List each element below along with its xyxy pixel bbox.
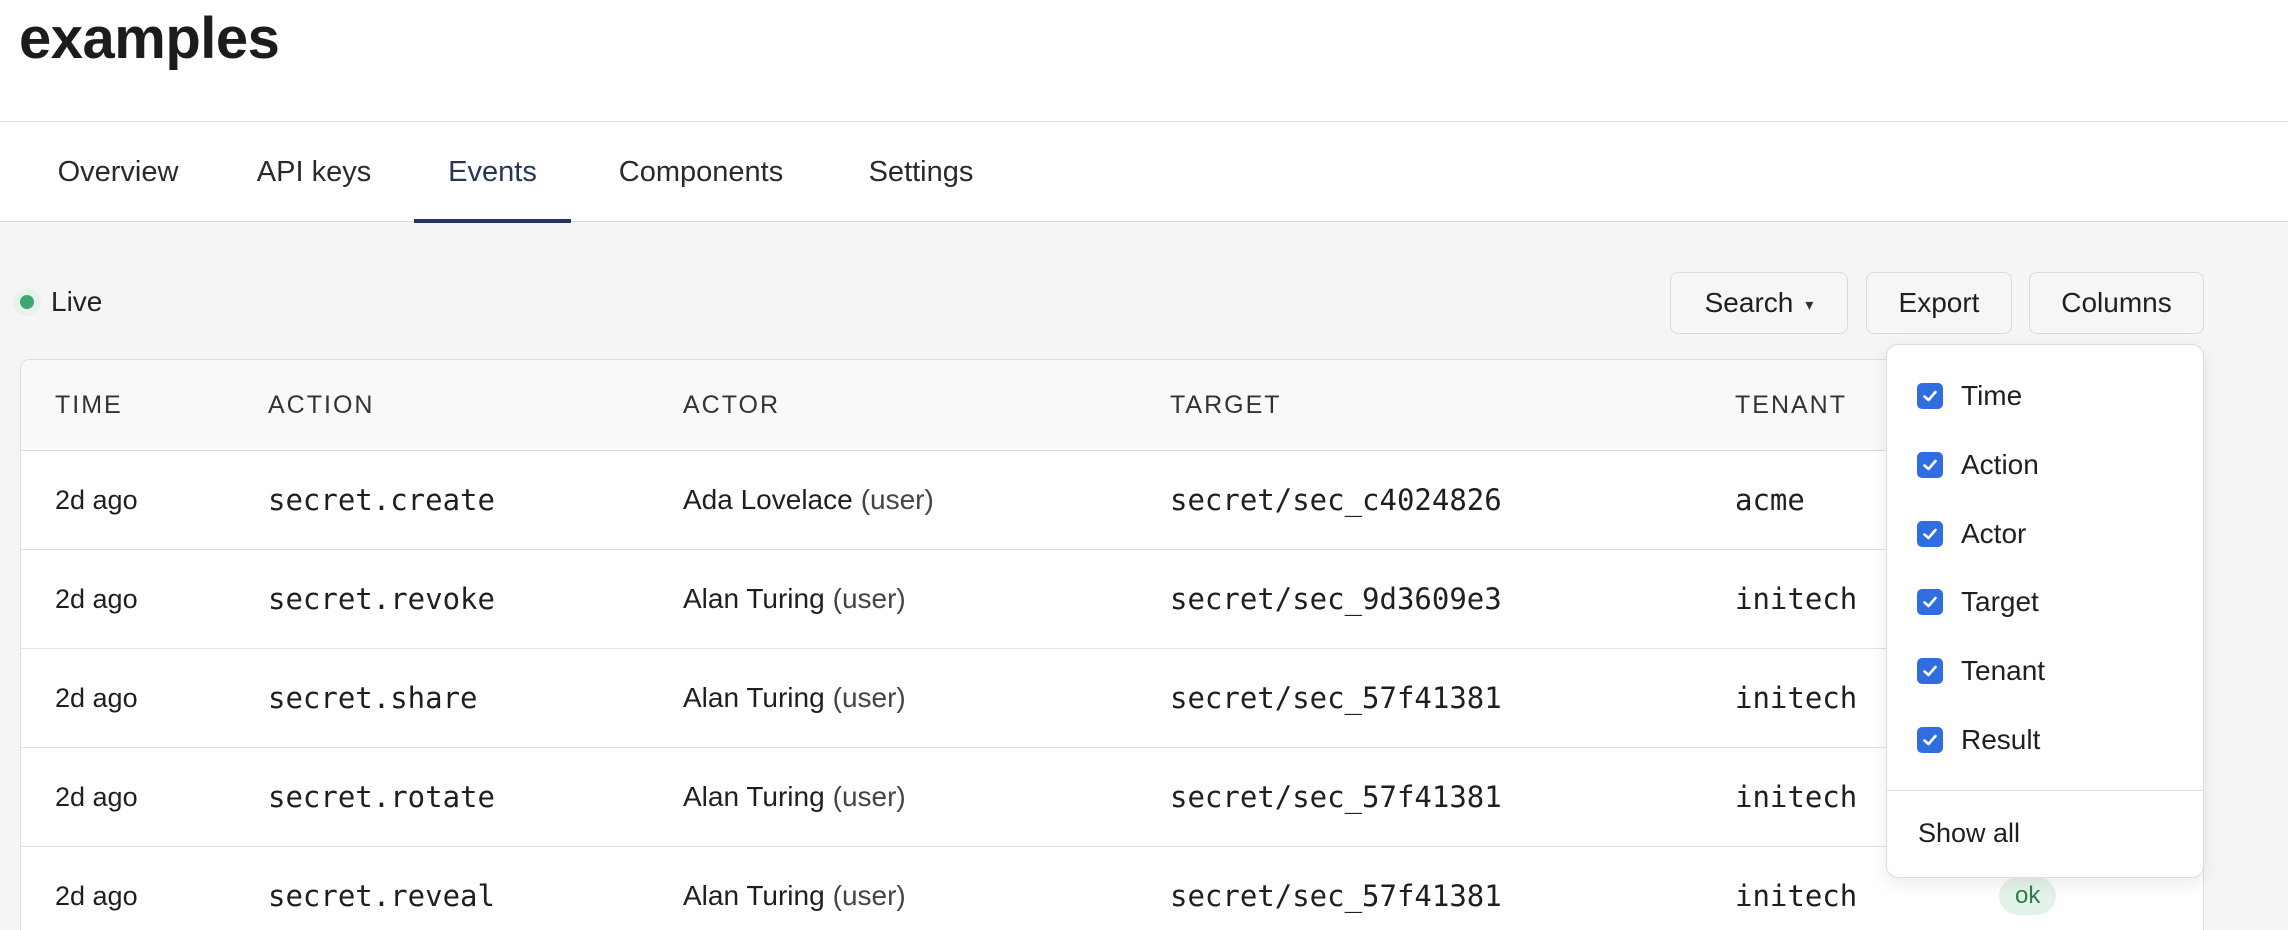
checkbox-checked-icon[interactable] xyxy=(1917,658,1943,684)
column-toggle-target[interactable]: Target xyxy=(1917,582,2039,622)
cell-actor: Alan Turing (user) xyxy=(683,550,906,648)
table-row[interactable]: 2d ago secret.reveal Alan Turing (user) s… xyxy=(21,847,2203,930)
export-button[interactable]: Export xyxy=(1866,272,2012,334)
cell-tenant: initech xyxy=(1735,879,1858,913)
search-button[interactable]: Search ▾ xyxy=(1670,272,1848,334)
show-all-button[interactable]: Show all xyxy=(1918,818,2020,849)
page-header: examples xyxy=(0,0,2288,122)
cell-time: 2d ago xyxy=(55,484,138,515)
table-row[interactable]: 2d ago secret.revoke Alan Turing (user) s… xyxy=(21,550,2203,649)
actor-role: (user) xyxy=(860,484,934,515)
cell-target: secret/sec_c4024826 xyxy=(1170,483,1502,517)
column-toggle-label: Action xyxy=(1961,449,2039,480)
actor-role: (user) xyxy=(832,880,906,911)
tab-events[interactable]: Events xyxy=(414,122,571,223)
column-header-action: ACTION xyxy=(268,391,375,419)
cell-actor: Alan Turing (user) xyxy=(683,748,906,846)
checkbox-checked-icon[interactable] xyxy=(1917,589,1943,615)
column-toggle-time[interactable]: Time xyxy=(1917,376,2022,416)
column-header-actor: ACTOR xyxy=(683,391,781,419)
table-row[interactable]: 2d ago secret.create Ada Lovelace (user) … xyxy=(21,451,2203,550)
live-indicator: Live xyxy=(13,282,102,322)
actor-role: (user) xyxy=(832,682,906,713)
tab-api-keys[interactable]: API keys xyxy=(236,122,392,222)
table-row[interactable]: 2d ago secret.rotate Alan Turing (user) s… xyxy=(21,748,2203,847)
column-header-tenant: TENANT xyxy=(1735,391,1847,419)
tab-settings[interactable]: Settings xyxy=(850,122,992,222)
cell-target: secret/sec_9d3609e3 xyxy=(1170,582,1502,616)
tab-components[interactable]: Components xyxy=(594,122,808,222)
column-toggle-label: Target xyxy=(1961,586,2039,617)
column-toggle-label: Actor xyxy=(1961,518,2027,549)
cell-target: secret/sec_57f41381 xyxy=(1170,879,1502,913)
column-toggle-label: Tenant xyxy=(1961,655,2046,686)
column-toggle-result[interactable]: Result xyxy=(1917,720,2040,760)
checkbox-checked-icon[interactable] xyxy=(1917,452,1943,478)
cell-time: 2d ago xyxy=(55,682,138,713)
events-table: TIME ACTION ACTOR TARGET TENANT 2d ago s… xyxy=(20,359,2204,930)
column-toggle-tenant[interactable]: Tenant xyxy=(1917,651,2045,691)
cell-action: secret.create xyxy=(268,483,495,517)
search-button-label: Search xyxy=(1704,287,1794,318)
actor-role: (user) xyxy=(832,583,906,614)
cell-actor: Alan Turing (user) xyxy=(683,847,906,930)
cell-time: 2d ago xyxy=(55,781,138,812)
actor-role: (user) xyxy=(832,781,906,812)
cell-tenant: initech xyxy=(1735,681,1858,715)
actor-name: Alan Turing xyxy=(683,781,825,812)
column-toggle-label: Result xyxy=(1961,724,2041,755)
cell-actor: Ada Lovelace (user) xyxy=(683,451,934,549)
cell-action: secret.rotate xyxy=(268,780,495,814)
column-toggle-action[interactable]: Action xyxy=(1917,445,2039,485)
checkbox-checked-icon[interactable] xyxy=(1917,383,1943,409)
cell-action: secret.share xyxy=(268,681,478,715)
live-label: Live xyxy=(51,286,103,317)
tab-overview[interactable]: Overview xyxy=(30,122,206,222)
actor-name: Alan Turing xyxy=(683,682,825,713)
tab-bar: Overview API keys Events Components Sett… xyxy=(0,122,2288,223)
cell-target: secret/sec_57f41381 xyxy=(1170,780,1502,814)
actor-name: Alan Turing xyxy=(683,583,825,614)
cell-target: secret/sec_57f41381 xyxy=(1170,681,1502,715)
checkbox-checked-icon[interactable] xyxy=(1917,521,1943,547)
page-title: examples xyxy=(19,6,280,71)
cell-action: secret.reveal xyxy=(268,879,495,913)
live-dot-icon xyxy=(13,288,41,316)
cell-time: 2d ago xyxy=(55,583,138,614)
column-toggle-actor[interactable]: Actor xyxy=(1917,514,2026,554)
actor-name: Ada Lovelace xyxy=(683,484,853,515)
cell-tenant: initech xyxy=(1735,780,1858,814)
checkbox-checked-icon[interactable] xyxy=(1917,727,1943,753)
cell-action: secret.revoke xyxy=(268,582,495,616)
table-header: TIME ACTION ACTOR TARGET TENANT xyxy=(21,360,2203,451)
cell-actor: Alan Turing (user) xyxy=(683,649,906,747)
cell-time: 2d ago xyxy=(55,880,138,911)
columns-menu: Time Action Actor Target Tenant Result S… xyxy=(1886,344,2204,878)
caret-down-icon: ▾ xyxy=(1805,297,1814,314)
column-toggle-label: Time xyxy=(1961,380,2023,411)
actor-name: Alan Turing xyxy=(683,880,825,911)
columns-button[interactable]: Columns xyxy=(2029,272,2204,334)
result-badge: ok xyxy=(1999,877,2057,915)
column-header-time: TIME xyxy=(55,391,123,419)
cell-tenant: acme xyxy=(1735,483,1805,517)
column-header-target: TARGET xyxy=(1170,391,1282,419)
table-row[interactable]: 2d ago secret.share Alan Turing (user) se… xyxy=(21,649,2203,748)
menu-divider xyxy=(1887,790,2203,791)
cell-tenant: initech xyxy=(1735,582,1858,616)
